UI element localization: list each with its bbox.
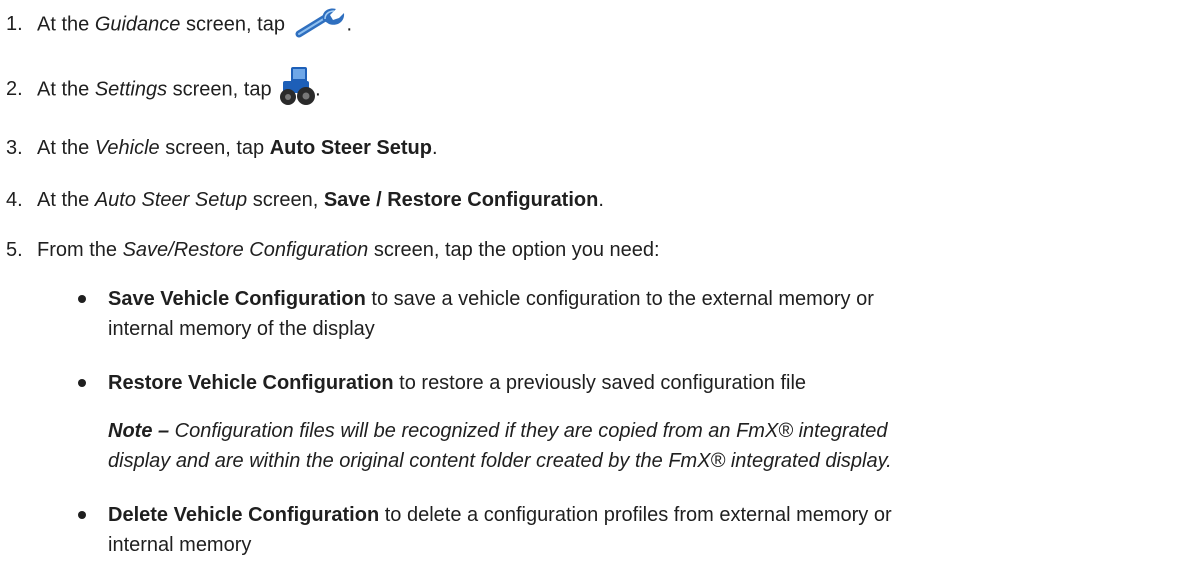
option-text: to save a vehicle configuration to the e… (365, 288, 874, 310)
option-text: internal memory of the display (108, 318, 375, 340)
option-delete-continued: internal memory (108, 530, 251, 560)
step-3: 3. At the Vehicle screen, tap Auto Steer … (6, 136, 438, 160)
step-text: At the (37, 189, 95, 211)
step-number: 3. (6, 137, 23, 159)
note-text: display and are within the original cont… (108, 450, 892, 472)
step-text: At the (37, 137, 95, 159)
option-save-continued: internal memory of the display (108, 314, 375, 344)
option-label: Save Vehicle Configuration (108, 288, 366, 310)
step-text: screen, tap (167, 78, 278, 101)
step-number: 5. (6, 239, 23, 261)
option-delete: Delete Vehicle Configuration to delete a… (108, 500, 892, 530)
option-text: to restore a previously saved configurat… (393, 372, 807, 394)
step-number: 2. (6, 78, 23, 101)
step-number: 1. (6, 13, 23, 36)
note-line-2: display and are within the original cont… (108, 446, 892, 476)
step-2: 2. At the Settings screen, tap . (6, 65, 321, 115)
screen-name: Auto Steer Setup (94, 189, 248, 211)
screen-name: Settings (94, 78, 168, 101)
step-text: . (315, 78, 321, 101)
bullet-dot (78, 295, 86, 303)
step-5: 5. From the Save/Restore Configuration sc… (6, 238, 660, 262)
step-text: screen, tap the option you need: (368, 239, 660, 261)
action-label: Auto Steer Setup (269, 137, 432, 159)
screen-name: Vehicle (94, 137, 160, 159)
option-save: Save Vehicle Configuration to save a veh… (108, 284, 874, 314)
option-label: Restore Vehicle Configuration (108, 372, 394, 394)
step-text: . (346, 13, 353, 36)
step-number: 4. (6, 189, 23, 211)
step-text: At the (37, 13, 95, 36)
step-text: . (431, 137, 438, 159)
option-restore: Restore Vehicle Configuration to restore… (108, 368, 806, 398)
note-label: Note – (108, 420, 170, 442)
step-4: 4. At the Auto Steer Setup screen, Save /… (6, 188, 604, 212)
tractor-icon (279, 65, 316, 115)
wrench-icon (295, 6, 347, 44)
step-text: screen, tap (159, 137, 270, 159)
step-text: From the (37, 239, 123, 261)
step-1: 1. At the Guidance screen, tap . (6, 6, 352, 44)
note-line-1: Note – Configuration files will be recog… (108, 416, 888, 446)
step-text: screen, (247, 189, 324, 211)
note-text: Configuration files will be recognized i… (169, 420, 888, 442)
instruction-page: 1. At the Guidance screen, tap . 2. At the… (0, 0, 1187, 587)
action-label: Save / Restore Configuration (323, 189, 599, 211)
option-label: Delete Vehicle Configuration (108, 504, 380, 526)
step-text: screen, tap (180, 13, 291, 36)
option-text: to delete a configuration profiles from … (379, 504, 892, 526)
step-text: At the (37, 78, 95, 101)
step-text: . (598, 189, 604, 211)
option-text: internal memory (108, 534, 252, 556)
screen-name: Guidance (94, 13, 181, 36)
screen-name: Save/Restore Configuration (122, 239, 369, 261)
bullet-dot (78, 379, 86, 387)
bullet-dot (78, 511, 86, 519)
